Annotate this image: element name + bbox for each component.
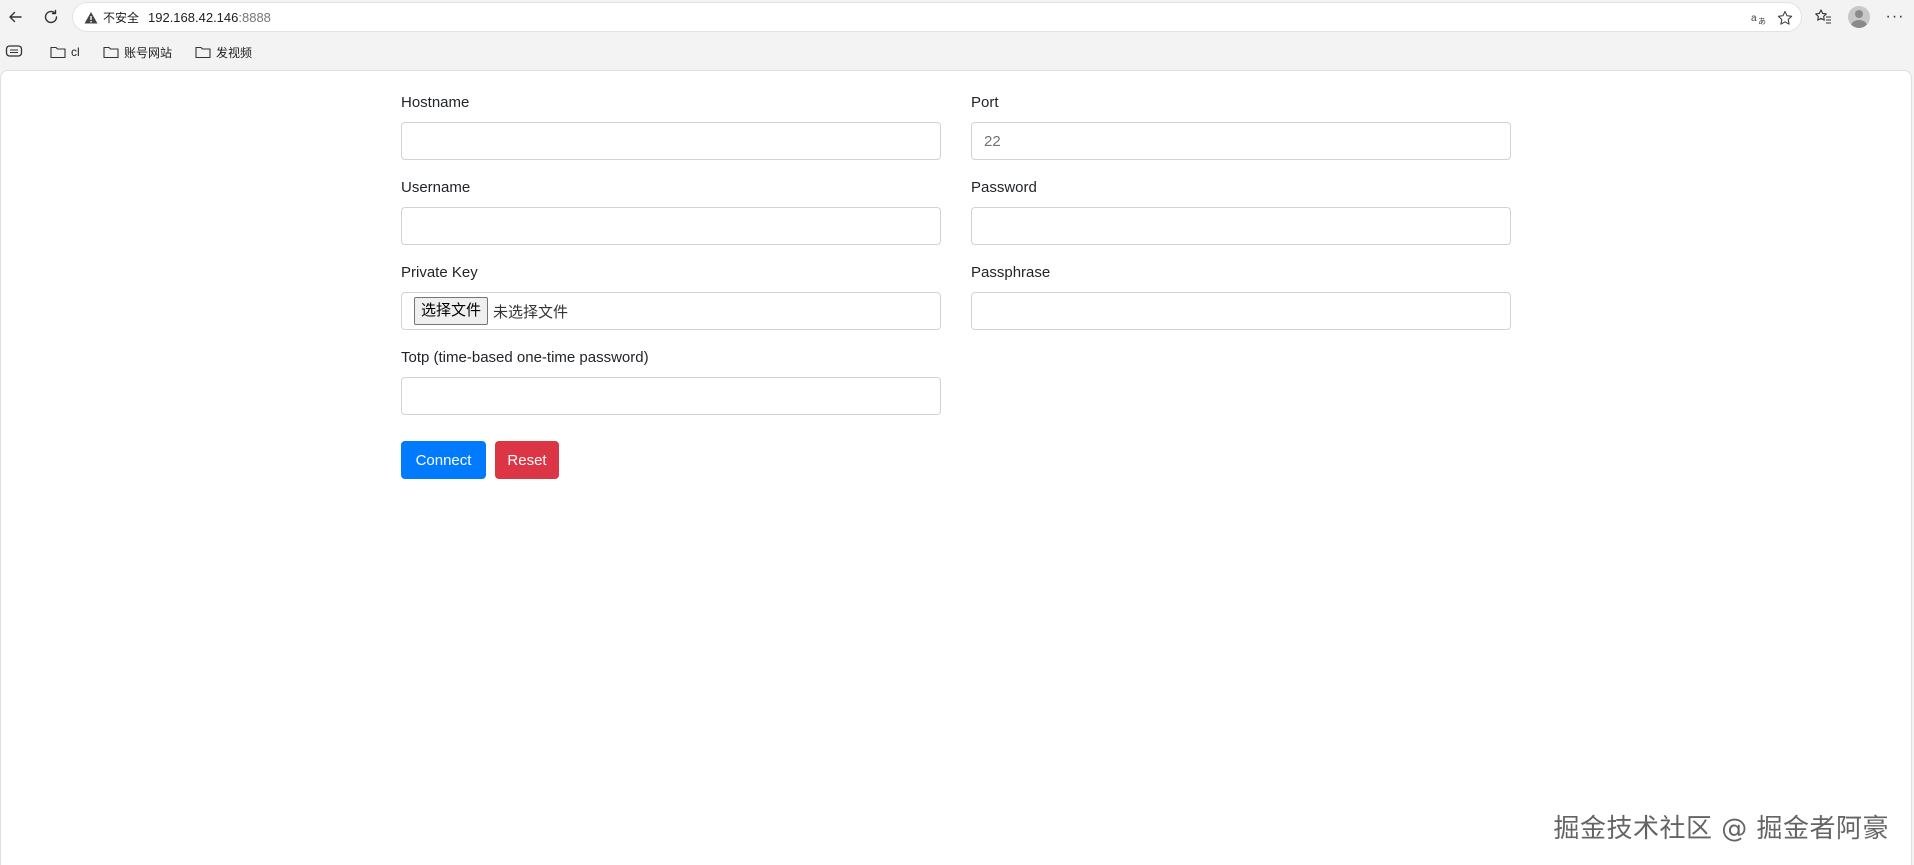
totp-input[interactable] — [401, 377, 941, 415]
url-port: :8888 — [238, 10, 271, 25]
passphrase-label: Passphrase — [971, 264, 1051, 281]
password-label: Password — [971, 179, 1037, 196]
url-host: 192.168.42.146 — [148, 10, 239, 25]
hostname-label: Hostname — [401, 94, 470, 111]
refresh-icon — [44, 9, 58, 24]
favorite-star-icon — [1777, 10, 1793, 25]
browser-toolbar: 不安全 192.168.42.146:8888 aあ ··· — [0, 0, 1914, 34]
page-viewport: Hostname Port Username Password Private … — [0, 70, 1912, 865]
bookmark-folder-cl[interactable]: cl — [50, 42, 80, 62]
port-label: Port — [971, 94, 999, 111]
ssh-login-form: Hostname Port Username Password Private … — [401, 71, 1511, 491]
more-icon: ··· — [1885, 8, 1905, 25]
folder-icon — [50, 46, 66, 59]
username-input[interactable] — [401, 207, 941, 245]
folder-icon — [195, 46, 211, 59]
back-button[interactable] — [1, 3, 29, 31]
bookmark-folder-videos[interactable]: 发视频 — [195, 42, 252, 62]
back-icon — [9, 11, 22, 23]
watermark: 掘金技术社区 @ 掘金者阿豪 — [1553, 814, 1889, 844]
tab-actions-icon[interactable] — [5, 43, 23, 59]
password-input[interactable] — [971, 207, 1511, 245]
more-button[interactable]: ··· — [1882, 4, 1908, 30]
no-file-chosen-text: 未选择文件 — [493, 303, 569, 321]
hostname-input[interactable] — [401, 122, 941, 160]
read-aloud-button[interactable]: aあ — [1749, 8, 1769, 28]
bookmark-folder-accounts[interactable]: 账号网站 — [103, 42, 172, 62]
warning-icon — [84, 12, 98, 24]
passphrase-input[interactable] — [971, 292, 1511, 330]
read-aloud-icon: aあ — [1751, 13, 1766, 26]
private-key-file-input[interactable]: 选择文件 未选择文件 — [401, 292, 941, 330]
svg-text:あ: あ — [1758, 17, 1766, 26]
folder-icon — [103, 46, 119, 59]
refresh-button[interactable] — [37, 3, 65, 31]
totp-label: Totp (time-based one-time password) — [401, 349, 649, 366]
bookmark-label: 发视频 — [216, 45, 253, 60]
favorite-button[interactable] — [1775, 8, 1795, 28]
bookmark-label: cl — [71, 45, 80, 59]
bookmark-label: 账号网站 — [124, 45, 173, 60]
profile-icon — [1848, 6, 1870, 28]
bookmarks-bar: cl 账号网站 发视频 — [0, 34, 1914, 68]
svg-text:a: a — [1751, 13, 1757, 24]
not-secure-label[interactable]: 不安全 — [103, 10, 139, 26]
favorites-button[interactable] — [1810, 4, 1836, 30]
username-label: Username — [401, 179, 471, 196]
address-bar[interactable]: 不安全 192.168.42.146:8888 aあ — [72, 2, 1802, 32]
private-key-label: Private Key — [401, 264, 478, 281]
connect-button[interactable]: Connect — [401, 441, 486, 479]
port-input[interactable] — [971, 122, 1511, 160]
url-text[interactable]: 192.168.42.146:8888 — [148, 9, 271, 27]
reset-button[interactable]: Reset — [495, 441, 559, 479]
profile-button[interactable] — [1846, 4, 1872, 30]
favorites-icon — [1815, 9, 1831, 24]
choose-file-button[interactable]: 选择文件 — [414, 297, 489, 325]
